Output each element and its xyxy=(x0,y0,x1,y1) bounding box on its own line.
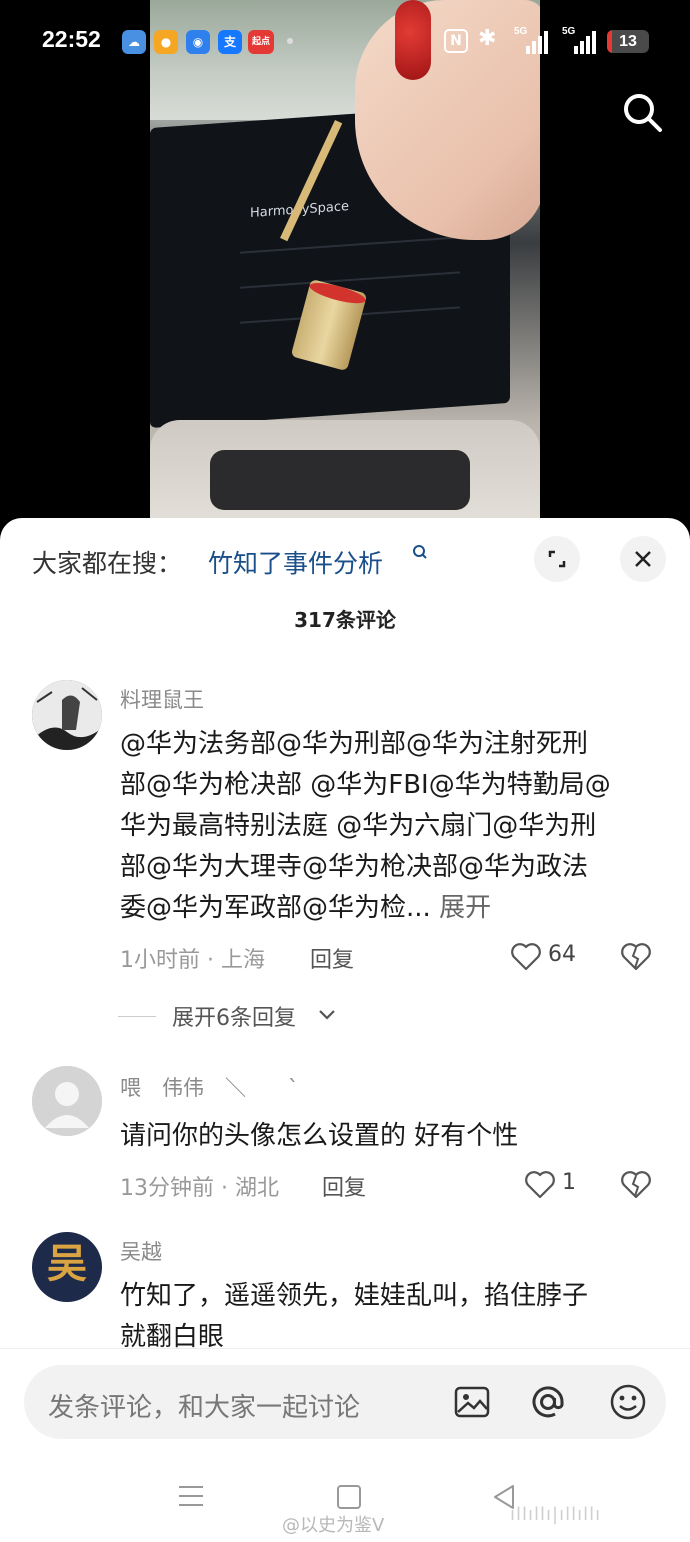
emoji-icon[interactable] xyxy=(608,1382,648,1422)
more-notifications-dot xyxy=(287,38,293,44)
comment-line-text: 委@华为军政部@华为检... xyxy=(120,893,431,923)
video-player[interactable]: HarmonySpace 22:52 ☁ ● ◉ 支 起点 N ✱ 5G 5G xyxy=(0,0,690,540)
dislike-icon[interactable] xyxy=(620,942,652,972)
comment-input[interactable]: 发条评论，和大家一起讨论 xyxy=(24,1365,666,1439)
chevron-down-icon xyxy=(319,1010,335,1020)
avatar[interactable] xyxy=(32,680,102,750)
battery-icon: 13 xyxy=(607,30,649,53)
home-icon[interactable] xyxy=(336,1484,362,1510)
small-search-icon xyxy=(413,545,427,559)
search-suggestion-link[interactable]: 竹知了事件分析 xyxy=(208,544,383,580)
avatar-image xyxy=(32,680,102,750)
avatar-character: 吴 xyxy=(47,1240,87,1287)
menu-icon[interactable] xyxy=(178,1484,204,1508)
avatar[interactable]: 吴 xyxy=(32,1232,102,1302)
close-sheet-button[interactable] xyxy=(620,536,666,582)
signal-icon: 5G xyxy=(562,26,596,54)
signal-icon: 5G xyxy=(514,26,548,54)
like-count: 64 xyxy=(548,942,576,967)
heart-icon xyxy=(525,1171,555,1199)
fullscreen-icon xyxy=(548,550,566,568)
reply-button[interactable]: 回复 xyxy=(310,942,354,974)
comment-input-bar: 发条评论，和大家一起讨论 xyxy=(0,1348,690,1448)
comment-text: @华为法务部@华为刑部@华为注射死刑 部@华为枪决部 @华为FBI@华为特勤局@… xyxy=(120,724,660,929)
comment-line: 委@华为军政部@华为检... 展开 xyxy=(120,888,660,929)
default-avatar-icon xyxy=(32,1066,102,1136)
alipay-icon: 支 xyxy=(218,30,242,54)
status-bar: 22:52 ☁ ● ◉ 支 起点 N ✱ 5G 5G 13 xyxy=(0,0,690,84)
battery-level: 13 xyxy=(619,33,637,50)
like-count: 1 xyxy=(562,1170,576,1195)
video-console-slot xyxy=(210,450,470,510)
like-button[interactable]: 64 xyxy=(510,942,576,974)
comment-text: 请问你的头像怎么设置的 好有个性 xyxy=(120,1116,660,1157)
status-time: 22:52 xyxy=(42,26,101,52)
watermark: @以史为鉴V xyxy=(282,1515,385,1536)
comment-author[interactable]: 吴越 xyxy=(120,1236,162,1266)
comment-line: 竹知了，遥遥领先，娃娃乱叫，掐住脖子 xyxy=(120,1281,589,1311)
comment-meta: 1小时前 · 上海 xyxy=(120,948,265,973)
comment-line: @华为法务部@华为刑部@华为注射死刑 xyxy=(120,729,589,759)
comment-line: 部@华为大理寺@华为枪决部@华为政法 xyxy=(120,852,589,882)
browser-icon: ◉ xyxy=(186,30,210,54)
expand-comment-link[interactable]: 展开 xyxy=(439,893,491,923)
comment-line: 请问你的头像怎么设置的 好有个性 xyxy=(120,1121,519,1151)
expand-sheet-button[interactable] xyxy=(534,536,580,582)
heart-icon xyxy=(511,943,541,971)
mention-icon[interactable] xyxy=(528,1382,568,1422)
close-icon xyxy=(635,551,651,567)
comment-line: 华为最高特别法庭 @华为六扇门@华为刑 xyxy=(120,811,597,841)
like-button[interactable]: 1 xyxy=(524,1170,576,1202)
dislike-icon[interactable] xyxy=(620,1170,652,1200)
bluetooth-icon: ✱ xyxy=(478,26,497,51)
expand-replies-label: 展开6条回复 xyxy=(172,1006,296,1031)
comment-author[interactable]: 料理鼠王 xyxy=(120,684,204,714)
image-icon[interactable] xyxy=(452,1382,492,1422)
signal-label: 5G xyxy=(514,26,528,37)
video-screen-row xyxy=(240,271,460,289)
comment-meta: 13分钟前 · 湖北 xyxy=(120,1176,279,1201)
qidian-icon: 起点 xyxy=(248,30,274,54)
signal-label: 5G xyxy=(562,26,576,37)
weibo-icon: ● xyxy=(154,30,178,54)
search-suggestion-prefix: 大家都在搜： xyxy=(32,549,183,578)
comment-count: 317条评论 xyxy=(294,608,396,632)
video-screen-row xyxy=(240,236,460,254)
avatar[interactable] xyxy=(32,1066,102,1136)
watermark-signal: ıllıllı|ıllıllı xyxy=(510,1504,602,1525)
reply-button[interactable]: 回复 xyxy=(322,1170,366,1202)
weather-icon: ☁ xyxy=(122,30,146,54)
nfc-icon: N xyxy=(444,29,468,53)
comment-author[interactable]: 喂 伟伟 ＼ ` xyxy=(120,1072,299,1102)
divider xyxy=(118,1016,156,1017)
comment-line: 部@华为枪决部 @华为FBI@华为特勤局@ xyxy=(120,770,611,800)
search-icon[interactable] xyxy=(620,90,666,136)
system-nav-bar: @以史为鉴V ıllıllı|ıllıllı xyxy=(0,1450,690,1542)
comment-input-placeholder: 发条评论，和大家一起讨论 xyxy=(48,1393,361,1423)
